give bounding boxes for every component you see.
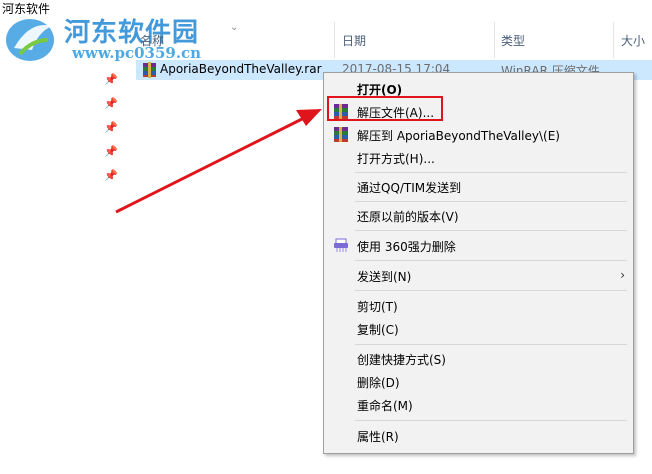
menu-item-label: 通过QQ/TIM发送到 xyxy=(357,181,462,195)
column-header-name-label: 名称 xyxy=(140,33,165,48)
file-name: AporiaBeyondTheValley.rar xyxy=(160,62,322,76)
menu-separator xyxy=(355,344,627,345)
context-menu: 打开(O) 解压文件(A)... 解压到 AporiaBeyondTheVall… xyxy=(323,72,634,454)
menu-item-send-via-qq[interactable]: 通过QQ/TIM发送到 xyxy=(324,175,633,198)
menu-item-rename[interactable]: 重命名(M) xyxy=(324,393,633,416)
pin-icon[interactable]: 📌 xyxy=(104,97,118,110)
pin-icon[interactable]: 📌 xyxy=(104,145,118,158)
column-header-date[interactable]: 日期 xyxy=(336,22,494,58)
menu-separator xyxy=(355,230,627,231)
menu-item-send-to[interactable]: 发送到(N) › xyxy=(324,264,633,287)
column-divider[interactable] xyxy=(334,22,335,58)
menu-item-label: 复制(C) xyxy=(357,323,399,337)
menu-item-label: 删除(D) xyxy=(357,376,400,390)
navigation-pane xyxy=(0,22,124,474)
menu-separator xyxy=(355,201,627,202)
menu-item-open-with[interactable]: 打开方式(H)... xyxy=(324,146,633,169)
menu-item-label: 重命名(M) xyxy=(357,399,413,413)
menu-item-label: 解压到 AporiaBeyondTheValley\(E) xyxy=(357,129,560,143)
column-header-date-label: 日期 xyxy=(342,33,367,48)
menu-item-restore-previous-versions[interactable]: 还原以前的版本(V) xyxy=(324,204,633,227)
column-header-size[interactable]: 大小 xyxy=(615,22,652,58)
menu-item-properties[interactable]: 属性(R) xyxy=(324,424,633,447)
menu-separator xyxy=(355,260,627,261)
pin-icon[interactable]: 📌 xyxy=(104,121,118,134)
menu-item-label: 发送到(N) xyxy=(357,270,412,284)
column-divider[interactable] xyxy=(613,22,614,58)
menu-item-360-force-delete[interactable]: 使用 360强力删除 xyxy=(324,234,633,257)
menu-item-label: 还原以前的版本(V) xyxy=(357,210,459,224)
menu-item-delete[interactable]: 删除(D) xyxy=(324,370,633,393)
menu-separator xyxy=(355,420,627,421)
pin-icon[interactable]: 📌 xyxy=(104,169,118,182)
menu-item-label: 剪切(T) xyxy=(357,300,398,314)
menu-separator xyxy=(355,290,627,291)
menu-item-extract-to-folder[interactable]: 解压到 AporiaBeyondTheValley\(E) xyxy=(324,123,633,146)
menu-separator xyxy=(355,172,627,173)
menu-item-label: 打开方式(H)... xyxy=(357,152,435,166)
column-header-name[interactable]: 名称 xyxy=(134,22,334,58)
menu-item-label: 使用 360强力删除 xyxy=(357,240,456,254)
submenu-arrow-icon: › xyxy=(620,268,625,282)
winrar-icon xyxy=(334,127,348,142)
column-header-type-label: 类型 xyxy=(501,33,526,48)
menu-item-create-shortcut[interactable]: 创建快捷方式(S) xyxy=(324,347,633,370)
menu-item-cut[interactable]: 剪切(T) xyxy=(324,294,633,317)
menu-item-label: 属性(R) xyxy=(357,430,399,444)
menu-item-copy[interactable]: 复制(C) xyxy=(324,317,633,340)
shredder-icon xyxy=(334,238,348,252)
annotation-highlight-box xyxy=(327,96,443,121)
pin-icon[interactable]: 📌 xyxy=(104,73,118,86)
winrar-archive-icon xyxy=(143,62,156,78)
column-header-size-label: 大小 xyxy=(621,33,646,48)
column-header-type[interactable]: 类型 xyxy=(495,22,613,58)
menu-item-label: 创建快捷方式(S) xyxy=(357,353,446,367)
